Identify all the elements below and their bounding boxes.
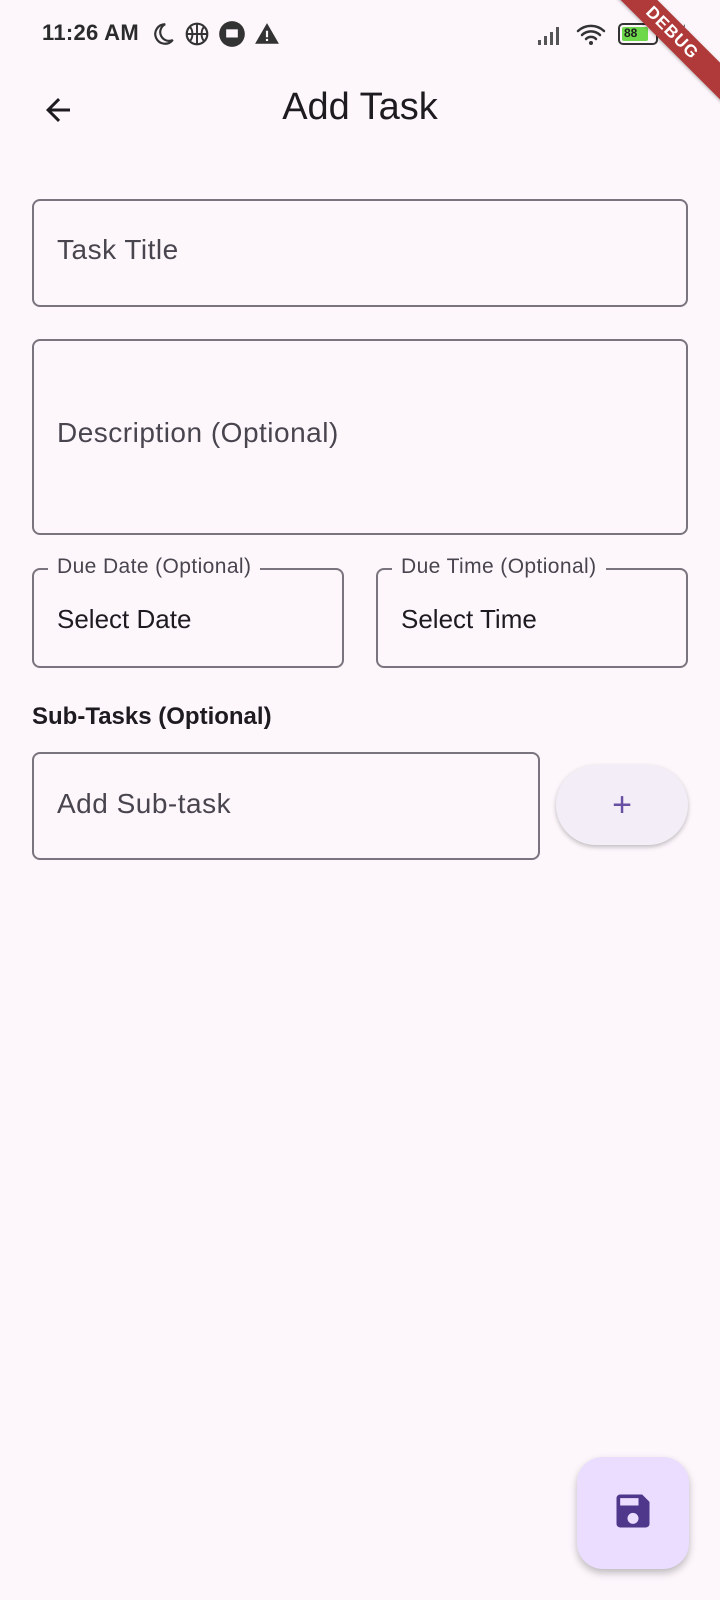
subtask-input[interactable]: Add Sub-task (32, 752, 540, 860)
app-bar: Add Task (0, 70, 720, 154)
due-time-field[interactable]: Due Time (Optional) Select Time (376, 555, 688, 668)
status-time: 11:26 AM (42, 20, 139, 45)
plus-icon: + (612, 786, 632, 824)
add-subtask-button[interactable]: + (556, 765, 688, 845)
description-input[interactable]: Description (Optional) (32, 339, 688, 535)
save-icon (611, 1489, 655, 1538)
due-time-label: Due Time (Optional) (392, 555, 606, 579)
battery-percent: 88 (624, 26, 638, 40)
add-task-screen: 11:26 AM 88 DEBUG Add Task Task Title De… (0, 0, 720, 1600)
due-time-value: Select Time (401, 604, 537, 634)
wifi-icon (576, 22, 606, 46)
subtasks-section-label: Sub-Tasks (Optional) (32, 703, 272, 730)
page-title: Add Task (282, 86, 438, 128)
description-placeholder: Description (Optional) (57, 417, 339, 448)
moon-icon (150, 21, 176, 47)
status-icons-left (150, 20, 280, 48)
due-date-value: Select Date (57, 604, 192, 634)
status-bar: 11:26 AM 88 (0, 0, 720, 70)
warning-icon (254, 21, 280, 47)
task-title-input[interactable]: Task Title (32, 199, 688, 307)
due-date-field[interactable]: Due Date (Optional) Select Date (32, 555, 344, 668)
save-fab-button[interactable] (577, 1457, 689, 1569)
basketball-icon (184, 21, 210, 47)
subtask-placeholder: Add Sub-task (57, 788, 232, 819)
task-title-placeholder: Task Title (57, 234, 179, 265)
flag-chat-icon (218, 20, 246, 48)
signal-icon (536, 22, 564, 46)
due-date-label: Due Date (Optional) (48, 555, 261, 579)
